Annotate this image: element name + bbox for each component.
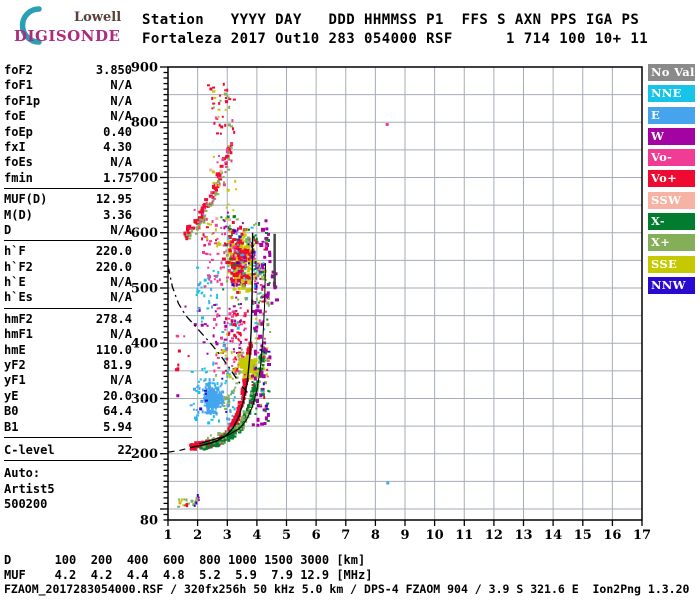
legend-item-w: W — [648, 128, 695, 145]
legend-item-ssw: SSW — [648, 192, 695, 209]
x-axis-label: 1 — [163, 528, 172, 543]
x-axis-label: 3 — [223, 528, 232, 543]
muf-distance-row: D 100 200 400 600 800 1000 1500 3000 [km… — [4, 553, 689, 568]
file-info-row: FZAOM_2017283054000.RSF / 320fx256h 50 k… — [4, 582, 689, 597]
y-axis-label: 300 — [131, 392, 158, 407]
legend-item-no-val: No Val — [648, 64, 695, 81]
y-axis-label: 80 — [140, 514, 158, 529]
y-axis-label: 400 — [131, 337, 158, 352]
legend-item-vo-: Vo+ — [648, 170, 695, 187]
noval-strip — [273, 234, 276, 287]
y-axis-label: 500 — [131, 282, 158, 297]
legend-item-vo-: Vo- — [648, 149, 695, 166]
x-axis-label: 11 — [455, 528, 473, 543]
x-axis-label: 17 — [633, 528, 651, 543]
y-axis-label: 600 — [131, 226, 158, 241]
muf-values-row: MUF 4.2 4.2 4.4 4.8 5.2 5.9 7.9 12.9 [MH… — [4, 568, 689, 583]
y-axis-label: 700 — [131, 171, 158, 186]
y-axis-label: 800 — [131, 116, 158, 131]
digisonde-ionogram-screen: Lowell DIGISONDE Station YYYY DAY DDD HH… — [0, 0, 700, 600]
legend-item-e: E — [648, 107, 695, 124]
x-axis-label: 2 — [193, 528, 202, 543]
legend-item-nnw: NNW — [648, 277, 695, 294]
x-axis-label: 12 — [485, 528, 503, 543]
x-axis-label: 14 — [544, 528, 562, 543]
legend-item-nne: NNE — [648, 85, 695, 102]
x-axis-label: 15 — [574, 528, 592, 543]
x-axis-label: 7 — [341, 528, 350, 543]
x-axis-label: 8 — [371, 528, 380, 543]
velocity-direction-legend: No Val NNE EW Vo- Vo+ SSW X- X+ SSE NNW — [648, 64, 696, 298]
legend-item-x-: X+ — [648, 234, 695, 251]
footer-block: D 100 200 400 600 800 1000 1500 3000 [km… — [4, 553, 689, 597]
legend-item-sse: SSE — [648, 256, 695, 273]
x-axis-label: 16 — [603, 528, 621, 543]
ionogram-plot: 9008007006005004003002008012345678910111… — [0, 0, 700, 600]
x-axis-label: 4 — [252, 528, 261, 543]
legend-item-x-: X- — [648, 213, 695, 230]
y-axis-label: 200 — [131, 447, 158, 462]
profile-lead-in — [169, 448, 191, 453]
y-axis-label: 900 — [131, 61, 158, 76]
x-axis-label: 6 — [312, 528, 321, 543]
x-axis-label: 13 — [514, 528, 532, 543]
x-axis-label: 9 — [400, 528, 409, 543]
x-axis-label: 10 — [426, 528, 444, 543]
x-axis-label: 5 — [282, 528, 291, 543]
